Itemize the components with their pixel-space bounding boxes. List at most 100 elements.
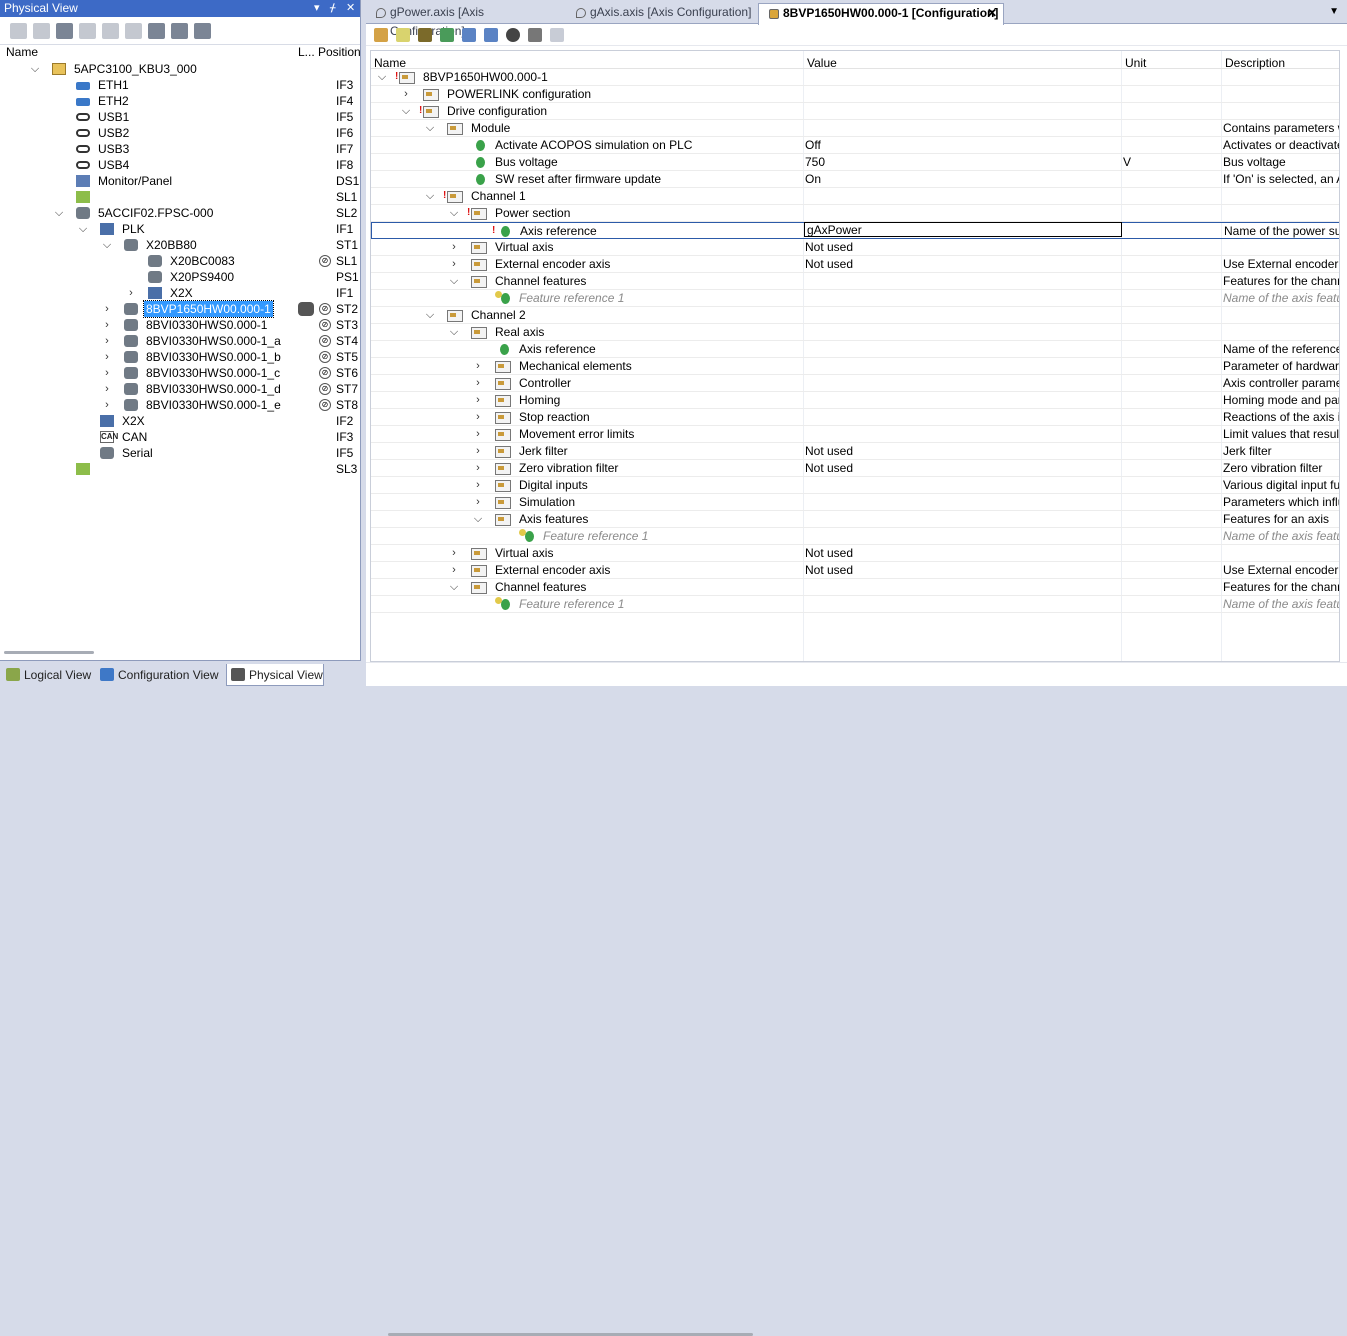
expand-arrow-icon[interactable]: › <box>473 392 483 409</box>
close-tab-icon[interactable]: ✕ <box>987 4 997 23</box>
tree-row[interactable]: USB1 IF5 <box>0 109 358 125</box>
collapse-arrow-icon[interactable]: ⌵ <box>30 61 40 77</box>
tree-row[interactable]: › 8BVI0330HWS0.000-1_d ⊘ ST7 <box>0 381 358 397</box>
tree-row[interactable]: Serial IF5 <box>0 445 358 461</box>
sort-down-icon[interactable] <box>462 28 476 42</box>
grid-row[interactable]: › Zero vibration filter Not used Zero vibra… <box>371 460 1339 477</box>
link-icon[interactable] <box>440 28 454 42</box>
col-name[interactable]: Name <box>374 56 406 70</box>
expand-arrow-icon[interactable]: › <box>449 545 459 562</box>
tree-row[interactable]: ⌵ 5APC3100_KBU3_000 <box>0 61 358 77</box>
row-value[interactable]: gAxPower <box>804 222 1122 237</box>
grid-row[interactable]: ⌵! Power section <box>371 205 1339 222</box>
collapse-arrow-icon[interactable]: ⌵ <box>449 205 459 222</box>
grid-row[interactable]: ⌵! Channel 1 <box>371 188 1339 205</box>
grid-row[interactable]: ⌵ Real axis <box>371 324 1339 341</box>
grid-row[interactable]: Feature reference 1 Name of the axis feat… <box>371 290 1339 307</box>
bulb-icon[interactable] <box>396 28 410 42</box>
expand-arrow-icon[interactable]: › <box>102 317 112 333</box>
collapse-arrow-icon[interactable]: ⌵ <box>449 273 459 290</box>
horizontal-scrollbar[interactable] <box>4 651 94 654</box>
expand-arrow-icon[interactable]: › <box>473 426 483 443</box>
collapse-arrow-icon[interactable]: ⌵ <box>425 188 435 205</box>
tree-row[interactable]: ETH2 IF4 <box>0 93 358 109</box>
grid-row[interactable]: ⌵ Module Contains parameters wh <box>371 120 1339 137</box>
expand-arrow-icon[interactable]: › <box>449 562 459 579</box>
sort-up-icon[interactable] <box>484 28 498 42</box>
panel-menu-icon[interactable]: ▾ <box>314 0 320 17</box>
tab-dropdown-icon[interactable]: ▼ <box>1329 6 1339 17</box>
close-icon[interactable]: ✕ <box>346 0 355 17</box>
expand-arrow-icon[interactable]: › <box>449 256 459 273</box>
tree-row[interactable]: › 8BVP1650HW00.000-1 ⊘ ST2 <box>0 300 358 318</box>
grid-row[interactable]: › Homing Homing mode and paran <box>371 392 1339 409</box>
tree-row[interactable]: ⌵ X20BB80 ST1 <box>0 237 358 253</box>
expand-arrow-icon[interactable]: › <box>473 494 483 511</box>
tree-row[interactable]: › 8BVI0330HWS0.000-1_c ⊘ ST6 <box>0 365 358 381</box>
col-name[interactable]: Name <box>6 45 38 59</box>
grid-row[interactable]: ⌵ Channel features Features for the channe <box>371 579 1339 596</box>
grid-row[interactable]: › Virtual axis Not used <box>371 545 1339 562</box>
toolbar-button-2[interactable] <box>33 23 50 39</box>
grid-row[interactable]: › Virtual axis Not used <box>371 239 1339 256</box>
col-value[interactable]: Value <box>807 56 837 70</box>
collapse-arrow-icon[interactable]: ⌵ <box>54 205 64 221</box>
tree-row[interactable]: › 8BVI0330HWS0.000-1_b ⊘ ST5 <box>0 349 358 365</box>
expand-arrow-icon[interactable]: › <box>102 333 112 349</box>
tree-row[interactable]: › X2X IF1 <box>0 285 358 301</box>
grid-row[interactable]: ⌵ Axis features Features for an axis <box>371 511 1339 528</box>
add-icon[interactable] <box>374 28 388 42</box>
toolbar-button-5[interactable] <box>102 23 119 39</box>
col-unit[interactable]: Unit <box>1125 56 1146 70</box>
tree-row[interactable]: ETH1 IF3 <box>0 77 358 93</box>
tree-row[interactable]: SL1 <box>0 189 358 205</box>
col-description[interactable]: Description <box>1225 56 1285 70</box>
tree-row[interactable]: › 8BVI0330HWS0.000-1 ⊘ ST3 <box>0 317 358 333</box>
toolbar-button-4[interactable] <box>79 23 96 39</box>
tree-row[interactable]: Monitor/Panel DS1 <box>0 173 359 189</box>
tree-row[interactable]: X20BC0083 ⊘ SL1 <box>0 253 358 269</box>
grid-row[interactable]: ⌵ Channel features Features for the channe <box>371 273 1339 290</box>
grid-row[interactable]: › Digital inputs Various digital input fun… <box>371 477 1339 494</box>
collapse-arrow-icon[interactable]: ⌵ <box>425 307 435 324</box>
grid-row[interactable]: Feature reference 1 Name of the axis feat… <box>371 596 1339 613</box>
collapse-arrow-icon[interactable]: ⌵ <box>377 69 387 86</box>
grid-row[interactable]: Feature reference 1 Name of the axis feat… <box>371 528 1339 545</box>
toolbar-button-8[interactable] <box>171 23 188 39</box>
tab-configuration[interactable]: 8BVP1650HW00.000-1 [Configuration] ✕ <box>758 3 1004 25</box>
expand-arrow-icon[interactable]: › <box>473 409 483 426</box>
grid-row[interactable]: › Jerk filter Not used Jerk filter <box>371 443 1339 460</box>
tree-row[interactable]: CAN CAN IF3 <box>0 429 358 445</box>
tab-physical-view[interactable]: Physical View <box>226 664 324 686</box>
document-icon[interactable] <box>550 28 564 42</box>
expand-arrow-icon[interactable]: › <box>473 375 483 392</box>
expand-arrow-icon[interactable]: › <box>473 443 483 460</box>
grid-row[interactable]: › Movement error limits Limit values that … <box>371 426 1339 443</box>
toolbar-button-1[interactable] <box>10 23 27 39</box>
pin-icon[interactable]: ᚋ <box>330 0 335 17</box>
expand-arrow-icon[interactable]: › <box>401 86 411 103</box>
tree-row[interactable]: USB2 IF6 <box>0 125 358 141</box>
grid-row[interactable]: › Mechanical elements Parameter of hardwar… <box>371 358 1339 375</box>
toolbar-button-3[interactable] <box>56 23 73 39</box>
expand-arrow-icon[interactable]: › <box>102 397 112 413</box>
expand-arrow-icon[interactable]: › <box>102 301 112 317</box>
collapse-arrow-icon[interactable]: ⌵ <box>425 120 435 137</box>
settings-icon[interactable] <box>528 28 542 42</box>
tab-gaxis-axis[interactable]: gAxis.axis [Axis Configuration] <box>566 3 754 24</box>
grid-row[interactable]: › Controller Axis controller paramete <box>371 375 1339 392</box>
collapse-arrow-icon[interactable]: ⌵ <box>449 324 459 341</box>
collapse-arrow-icon[interactable]: ⌵ <box>449 579 459 596</box>
tree-row[interactable]: › 8BVI0330HWS0.000-1_a ⊘ ST4 <box>0 333 358 349</box>
expand-arrow-icon[interactable]: › <box>473 358 483 375</box>
diamond-icon[interactable] <box>418 28 432 42</box>
tree-row[interactable]: › 8BVI0330HWS0.000-1_e ⊘ ST8 <box>0 397 358 413</box>
toolbar-button-9[interactable] <box>194 23 211 39</box>
tree-row[interactable]: USB4 IF8 <box>0 157 358 173</box>
expand-arrow-icon[interactable]: › <box>102 365 112 381</box>
grid-row[interactable]: Axis reference Name of the referenced <box>371 341 1339 358</box>
search-icon[interactable] <box>148 23 165 39</box>
expand-arrow-icon[interactable]: › <box>449 239 459 256</box>
grid-row[interactable]: Bus voltage 750 V Bus voltage <box>371 154 1339 171</box>
grid-row[interactable]: › Stop reaction Reactions of the axis in <box>371 409 1339 426</box>
